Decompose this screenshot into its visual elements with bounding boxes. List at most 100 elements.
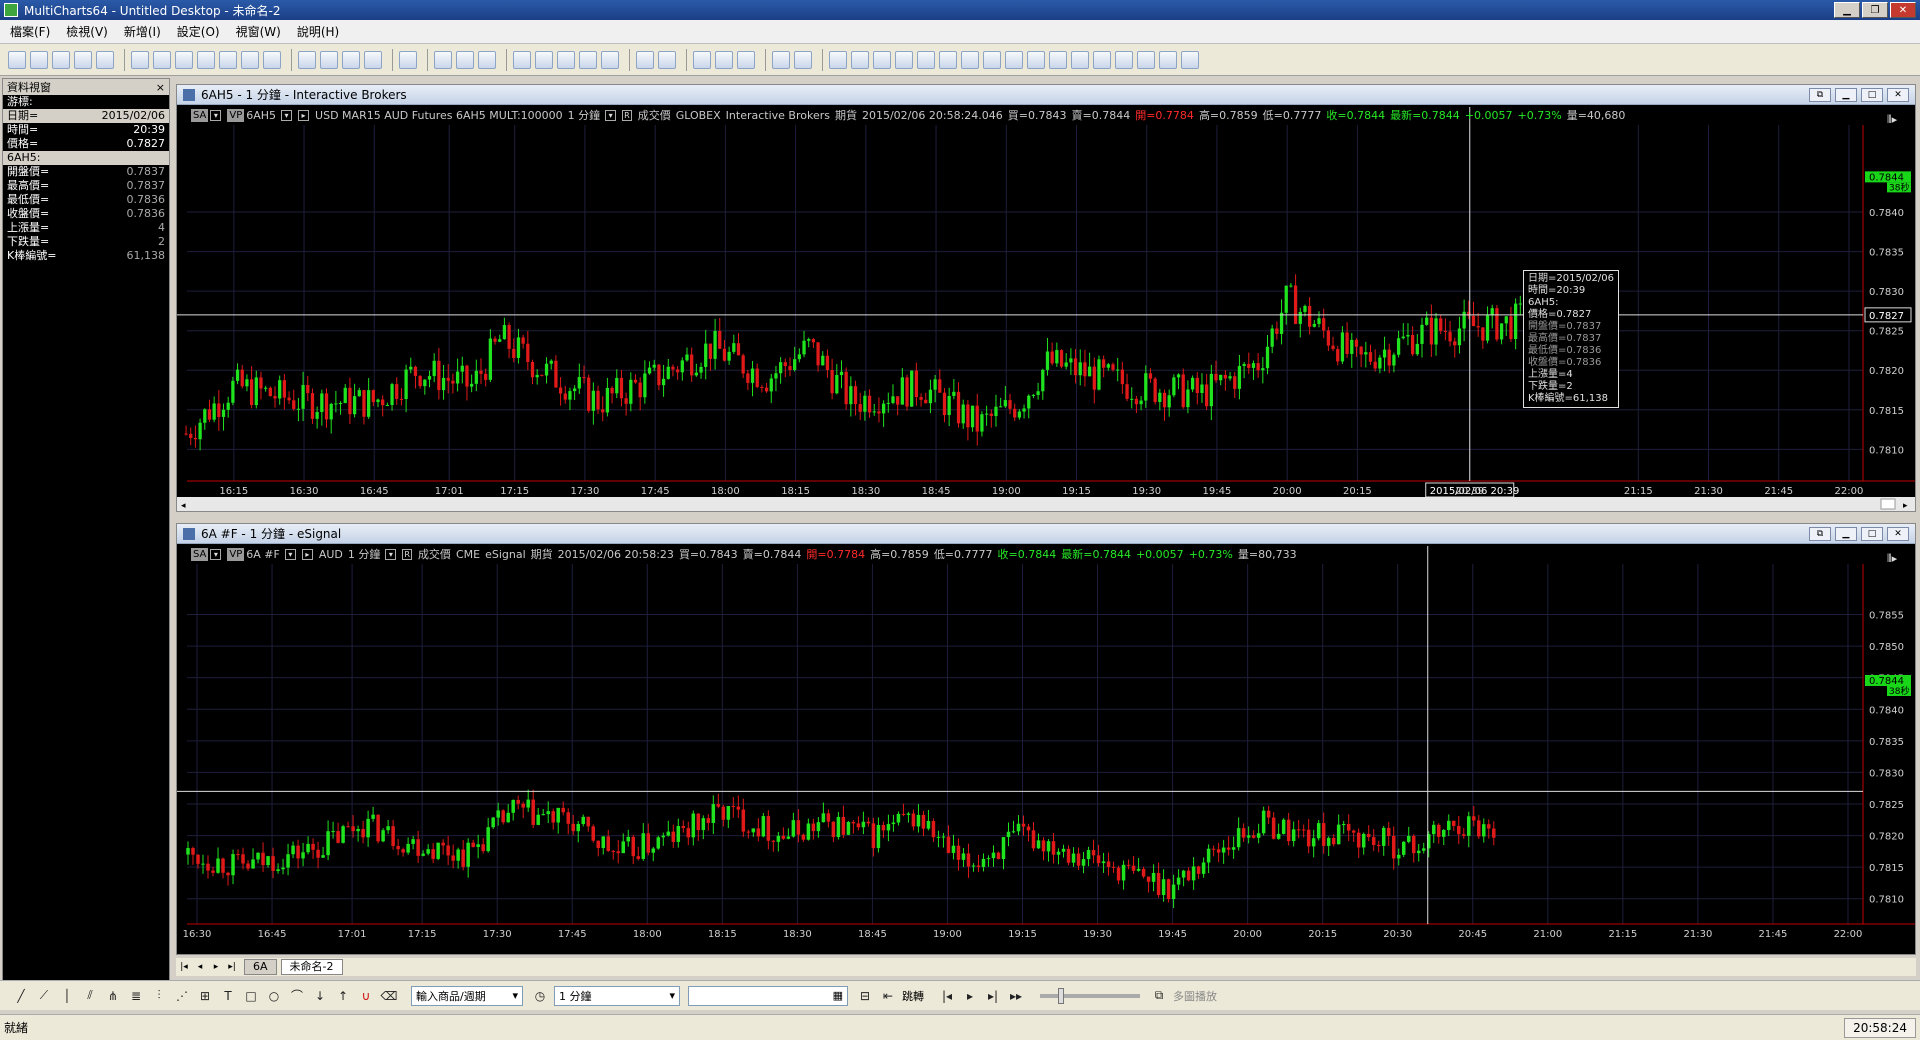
crosshair-icon[interactable] xyxy=(658,50,676,69)
sa-button[interactable]: SA xyxy=(191,108,209,122)
hand-icon[interactable] xyxy=(1181,50,1199,69)
vp-button[interactable]: VP xyxy=(227,547,245,561)
ellipse-tool-icon[interactable]: ○ xyxy=(265,987,283,1005)
new-workspace-icon[interactable] xyxy=(8,50,26,69)
bookmark-icon[interactable] xyxy=(983,50,1001,69)
menu-view[interactable]: 檢視(V) xyxy=(66,23,108,40)
position-icon[interactable] xyxy=(601,50,619,69)
price-chart-1-canvas[interactable]: 0.78272015/02/06 20:3916:15 16:30 16:45 17:… xyxy=(177,105,1915,511)
arrow-up-tool-icon[interactable]: ↑ xyxy=(334,987,352,1005)
gann-fan-tool-icon[interactable]: ⋰ xyxy=(173,987,191,1005)
chart-window-2-minimize-button[interactable]: ▁ xyxy=(1835,526,1857,541)
close-button[interactable]: ✕ xyxy=(1890,2,1916,18)
print-icon[interactable] xyxy=(96,50,114,69)
sa-dropdown-icon[interactable]: ▾ xyxy=(210,109,222,121)
jump-button[interactable]: 跳轉 xyxy=(902,988,924,1004)
undo-icon[interactable] xyxy=(1115,50,1133,69)
tab-last-icon[interactable]: ▸| xyxy=(226,962,238,972)
resolution-dropdown-icon[interactable]: ▾ xyxy=(385,548,397,560)
calendar-icon[interactable]: ▦ xyxy=(833,989,843,1002)
tile-h-icon[interactable] xyxy=(715,50,733,69)
trade-icon[interactable] xyxy=(579,50,597,69)
resolution-select[interactable]: 1 分鐘 ▾ xyxy=(554,985,680,1006)
clock-icon[interactable]: ◷ xyxy=(531,987,549,1005)
color-icon[interactable] xyxy=(364,50,382,69)
playback-play-icon[interactable]: ▸ xyxy=(961,987,979,1005)
chart-window-1-close-button[interactable]: ✕ xyxy=(1887,87,1909,102)
r-button[interactable]: R xyxy=(622,109,632,121)
maximize-button[interactable]: ❐ xyxy=(1862,2,1888,18)
order-icon[interactable] xyxy=(197,50,215,69)
candle-style-icon[interactable] xyxy=(456,50,474,69)
alert-icon[interactable] xyxy=(399,50,417,69)
open-icon[interactable] xyxy=(30,50,48,69)
format-icon[interactable] xyxy=(298,50,316,69)
menu-insert[interactable]: 新增(I) xyxy=(124,23,161,40)
marker-icon[interactable] xyxy=(939,50,957,69)
rectangle-tool-icon[interactable]: □ xyxy=(242,987,260,1005)
zoom-y-icon[interactable] xyxy=(895,50,913,69)
tab-untitled-2[interactable]: 未命名-2 xyxy=(280,959,343,975)
playback-back-icon[interactable]: |◂ xyxy=(938,987,956,1005)
save-icon[interactable] xyxy=(74,50,92,69)
snap-icon[interactable] xyxy=(1005,50,1023,69)
dom-icon[interactable] xyxy=(175,50,193,69)
cursor-icon[interactable] xyxy=(636,50,654,69)
channel-tool-icon[interactable]: ⫽ xyxy=(81,987,99,1005)
jump-icon[interactable]: ⇤ xyxy=(879,987,897,1005)
pitchfork-tool-icon[interactable]: ⋔ xyxy=(104,987,122,1005)
playback-speed-slider[interactable] xyxy=(1040,987,1140,1004)
date-input[interactable]: ▦ xyxy=(688,985,848,1006)
insert-study-icon[interactable] xyxy=(320,50,338,69)
help-icon[interactable] xyxy=(1159,50,1177,69)
chart-window-2-restore-button[interactable]: ⧉ xyxy=(1809,526,1831,541)
zoom-out-icon[interactable] xyxy=(1071,50,1089,69)
fibonacci-tool-icon[interactable]: ≣ xyxy=(127,987,145,1005)
arrow-down-tool-icon[interactable]: ↓ xyxy=(311,987,329,1005)
vertical-line-tool-icon[interactable]: │ xyxy=(58,987,76,1005)
signal-icon[interactable] xyxy=(557,50,575,69)
magnet-icon[interactable]: ∪ xyxy=(357,987,375,1005)
chart-window-icon[interactable] xyxy=(131,50,149,69)
menu-window[interactable]: 視窗(W) xyxy=(236,23,281,40)
zoom-x-icon[interactable] xyxy=(873,50,891,69)
tab-next-icon[interactable]: ▸ xyxy=(210,962,222,972)
editor-icon[interactable] xyxy=(263,50,281,69)
minimize-button[interactable]: ▁ xyxy=(1834,2,1860,18)
sa-dropdown-icon[interactable]: ▾ xyxy=(210,548,222,560)
chart-window-1-maximize-button[interactable]: □ xyxy=(1861,87,1883,102)
playback-end-icon[interactable]: ▸▸ xyxy=(1007,987,1025,1005)
slider-handle[interactable] xyxy=(1058,987,1064,1004)
menu-file[interactable]: 檔案(F) xyxy=(10,23,50,40)
indicator-icon[interactable] xyxy=(513,50,531,69)
up-icon[interactable] xyxy=(917,50,935,69)
zoom-in-icon[interactable] xyxy=(1049,50,1067,69)
portfolio-icon[interactable] xyxy=(219,50,237,69)
arc-tool-icon[interactable]: ⌒ xyxy=(288,987,306,1005)
scroll-left-icon[interactable] xyxy=(851,50,869,69)
chart-window-1-titlebar[interactable]: 6AH5 - 1 分鐘 - Interactive Brokers ⧉ ▁ □ … xyxy=(177,85,1915,105)
line-style-icon[interactable] xyxy=(478,50,496,69)
r-button[interactable]: R xyxy=(402,548,412,560)
menu-help[interactable]: 說明(H) xyxy=(297,23,339,40)
toggle-icon[interactable]: ▸ xyxy=(298,109,310,121)
eraser-icon[interactable]: ⌫ xyxy=(380,987,398,1005)
price-chart-2[interactable]: 16:30 16:45 17:01 17:15 17:30 17:45 18:00 18:15… xyxy=(177,544,1915,954)
price-chart-2-canvas[interactable]: 16:30 16:45 17:01 17:15 17:30 17:45 18:00 18:15… xyxy=(177,544,1915,954)
tab-prev-icon[interactable]: ◂ xyxy=(194,962,206,972)
scroll-start-icon[interactable] xyxy=(829,50,847,69)
resolution-dropdown-icon[interactable]: ▾ xyxy=(605,109,617,121)
playback-step-icon[interactable]: ▸| xyxy=(984,987,1002,1005)
tab-first-icon[interactable]: |◂ xyxy=(178,962,190,972)
tile-v-icon[interactable] xyxy=(737,50,755,69)
report-icon[interactable] xyxy=(241,50,259,69)
multi-playback-button[interactable]: 多圖播放 xyxy=(1173,988,1217,1004)
chart-window-2-close-button[interactable]: ✕ xyxy=(1887,526,1909,541)
symbol-dropdown-icon[interactable]: ▾ xyxy=(281,109,293,121)
flag-icon[interactable] xyxy=(961,50,979,69)
trendline-tool-icon[interactable]: ╱ xyxy=(12,987,30,1005)
screen-icon[interactable] xyxy=(772,50,790,69)
text-tool-icon[interactable]: T xyxy=(219,987,237,1005)
drawing-icon[interactable] xyxy=(342,50,360,69)
menu-settings[interactable]: 設定(O) xyxy=(177,23,220,40)
